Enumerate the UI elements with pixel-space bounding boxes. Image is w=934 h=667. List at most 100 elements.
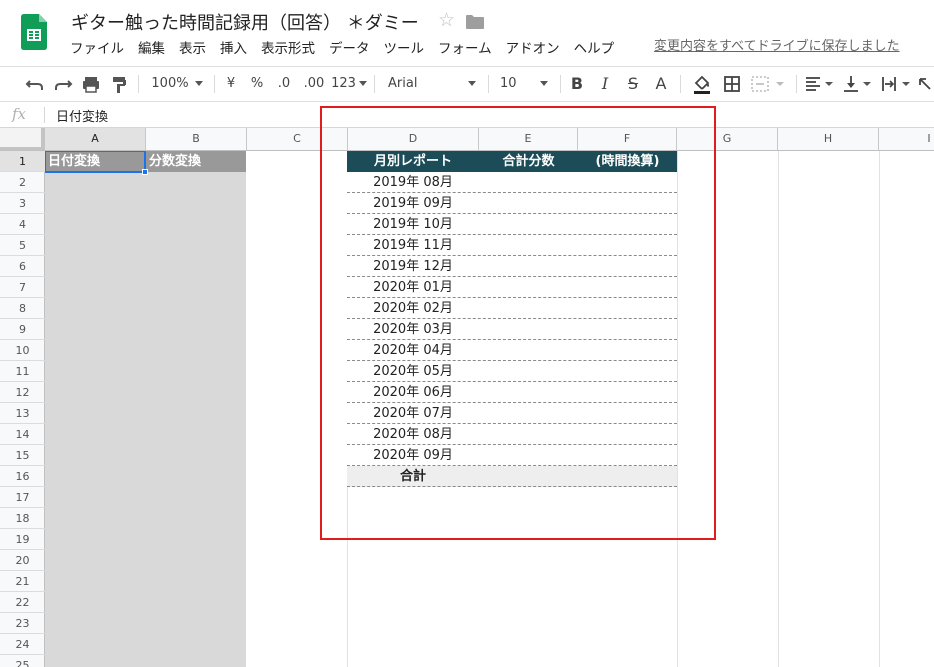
column-header-c[interactable]: C (247, 128, 348, 150)
cell-b1[interactable]: 分数変換 (146, 151, 246, 172)
menu-data[interactable]: データ (329, 40, 370, 60)
vertical-align-select[interactable] (840, 67, 874, 101)
currency-format-button[interactable]: ¥ (222, 67, 240, 101)
percent-format-button[interactable]: % (248, 67, 266, 101)
report-header-total-minutes[interactable]: 合計分数 (479, 151, 578, 172)
menu-tools[interactable]: ツール (384, 40, 425, 60)
text-color-button[interactable]: A (650, 67, 672, 101)
report-month-cell[interactable]: 2020年 03月 (347, 319, 479, 339)
font-size-select[interactable]: 10 (496, 67, 554, 101)
report-month-cell[interactable]: 2020年 05月 (347, 361, 479, 381)
report-header-hours[interactable]: (時間換算) (578, 151, 677, 172)
row-header[interactable]: 11 (0, 361, 45, 382)
report-month-cell[interactable]: 2020年 06月 (347, 382, 479, 402)
row-header[interactable]: 4 (0, 214, 45, 235)
row-header[interactable]: 22 (0, 592, 45, 613)
row-header[interactable]: 2 (0, 172, 45, 193)
row-header[interactable]: 19 (0, 529, 45, 550)
font-family-select[interactable]: Arial (382, 67, 482, 101)
italic-button[interactable]: I (594, 67, 616, 101)
report-month-cell[interactable]: 2019年 10月 (347, 214, 479, 234)
row-header[interactable]: 1 (0, 151, 45, 172)
report-month-cell[interactable]: 2020年 09月 (347, 445, 479, 465)
document-title[interactable]: ギター触った時間記録用（回答） ＊ダミー (71, 9, 419, 35)
row-header[interactable]: 17 (0, 487, 45, 508)
row-header[interactable]: 8 (0, 298, 45, 319)
fill-color-icon[interactable] (690, 67, 714, 101)
report-total-label[interactable]: 合計 (347, 466, 479, 487)
report-row: 2020年 04月 (347, 340, 677, 361)
select-all-corner[interactable] (0, 128, 45, 150)
row-header[interactable]: 15 (0, 445, 45, 466)
more-formats-select[interactable]: 123 (330, 67, 368, 101)
print-icon[interactable] (78, 67, 104, 101)
folder-icon[interactable] (466, 14, 484, 29)
menu-help[interactable]: ヘルプ (574, 40, 615, 60)
menu-file[interactable]: ファイル (70, 40, 124, 60)
row-header[interactable]: 25 (0, 655, 45, 667)
star-icon[interactable]: ☆ (438, 10, 455, 30)
sheets-logo-icon[interactable] (21, 14, 47, 50)
column-header-b[interactable]: B (146, 128, 247, 150)
column-header-i[interactable]: I (879, 128, 934, 150)
menu-addons[interactable]: アドオン (506, 40, 560, 60)
row-header[interactable]: 13 (0, 403, 45, 424)
horizontal-align-select[interactable] (802, 67, 836, 101)
borders-icon[interactable] (720, 67, 744, 101)
report-row: 2020年 01月 (347, 277, 677, 298)
merge-cells-select[interactable] (748, 67, 788, 101)
report-month-cell[interactable]: 2020年 01月 (347, 277, 479, 297)
row-header[interactable]: 18 (0, 508, 45, 529)
text-wrap-select[interactable] (878, 67, 914, 101)
row-header[interactable]: 10 (0, 340, 45, 361)
row-header[interactable]: 14 (0, 424, 45, 445)
report-month-cell[interactable]: 2020年 07月 (347, 403, 479, 423)
title-bar: ギター触った時間記録用（回答） ＊ダミー ☆ ファイル 編集 表示 挿入 表示形… (0, 0, 934, 64)
last-edit-status[interactable]: 変更内容をすべてドライブに保存しました (654, 38, 900, 56)
report-month-cell[interactable]: 2019年 08月 (347, 172, 479, 192)
text-rotation-icon[interactable] (916, 67, 934, 101)
menu-format[interactable]: 表示形式 (261, 40, 315, 60)
row-header[interactable]: 24 (0, 634, 45, 655)
menu-edit[interactable]: 編集 (138, 40, 165, 60)
row-header[interactable]: 23 (0, 613, 45, 634)
strikethrough-button[interactable]: S (622, 67, 644, 101)
column-header-h[interactable]: H (778, 128, 879, 150)
report-month-cell[interactable]: 2019年 12月 (347, 256, 479, 276)
toolbar-divider (560, 75, 561, 93)
formula-input[interactable]: 日付変換 (56, 106, 108, 125)
increase-decimal-button[interactable]: .00 (300, 67, 328, 101)
column-header-e[interactable]: E (479, 128, 578, 150)
columns-ab-fill (45, 151, 246, 667)
report-month-cell[interactable]: 2019年 09月 (347, 193, 479, 213)
row-header[interactable]: 12 (0, 382, 45, 403)
column-header-d[interactable]: D (348, 128, 479, 150)
report-header-month[interactable]: 月別レポート (347, 151, 479, 172)
report-month-cell[interactable]: 2020年 02月 (347, 298, 479, 318)
paint-format-icon[interactable] (106, 67, 132, 101)
bold-button[interactable]: B (566, 67, 588, 101)
cell-grid[interactable]: 日付変換 分数変換 月別レポート 合計分数 (時間換算) 2019年 08月 2… (45, 151, 934, 667)
report-month-cell[interactable]: 2020年 04月 (347, 340, 479, 360)
zoom-select[interactable]: 100% (146, 67, 208, 101)
row-header[interactable]: 16 (0, 466, 45, 487)
menu-form[interactable]: フォーム (438, 40, 492, 60)
redo-button[interactable] (50, 67, 76, 101)
row-header[interactable]: 5 (0, 235, 45, 256)
row-header[interactable]: 21 (0, 571, 45, 592)
row-header[interactable]: 9 (0, 319, 45, 340)
decrease-decimal-button[interactable]: .0 (272, 67, 296, 101)
undo-button[interactable] (22, 67, 48, 101)
row-header[interactable]: 3 (0, 193, 45, 214)
menu-insert[interactable]: 挿入 (220, 40, 247, 60)
row-header[interactable]: 20 (0, 550, 45, 571)
menu-view[interactable]: 表示 (179, 40, 206, 60)
report-month-cell[interactable]: 2020年 08月 (347, 424, 479, 444)
row-header[interactable]: 7 (0, 277, 45, 298)
column-header-g[interactable]: G (677, 128, 778, 150)
fill-handle[interactable] (142, 169, 148, 175)
report-month-cell[interactable]: 2019年 11月 (347, 235, 479, 255)
column-header-a[interactable]: A (45, 128, 146, 150)
row-header[interactable]: 6 (0, 256, 45, 277)
column-header-f[interactable]: F (578, 128, 677, 150)
